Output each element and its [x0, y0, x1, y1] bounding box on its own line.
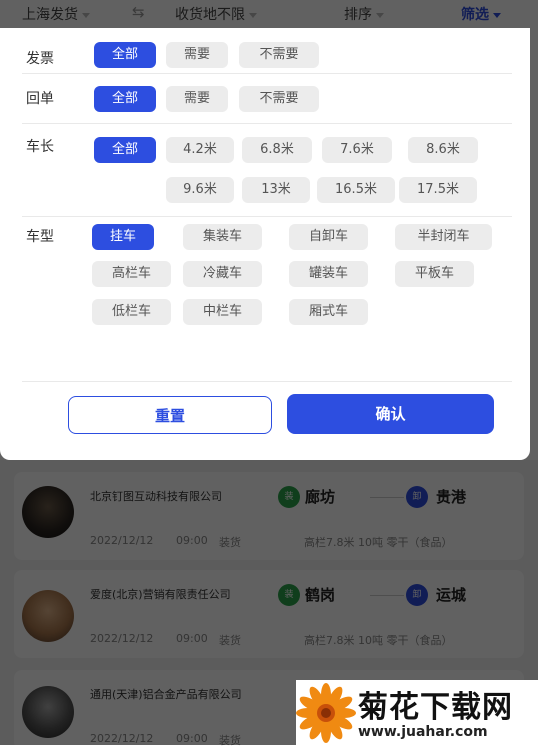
- origin-label: 上海发货: [22, 7, 78, 23]
- length-chip-9-6[interactable]: 9.6米: [166, 177, 234, 203]
- flower-logo-icon: [296, 683, 356, 743]
- divider: [22, 381, 512, 382]
- load-badge: 装: [278, 584, 300, 606]
- filter-label: 筛选: [461, 7, 489, 23]
- watermark: 菊花下载网 www.juahar.com: [296, 680, 538, 745]
- origin-dropdown[interactable]: 上海发货: [22, 4, 90, 24]
- filter-panel: 发票 全部 需要 不需要 回单 全部 需要 不需要 车长 全部 4.2米 6.8…: [0, 28, 530, 460]
- reset-button[interactable]: 重置: [68, 396, 272, 434]
- company-name: 北京钉图互动科技有限公司: [90, 490, 222, 503]
- length-chip-17-5[interactable]: 17.5米: [399, 177, 477, 203]
- type-chip-low-rail[interactable]: 低栏车: [92, 299, 171, 325]
- from-city: 廊坊: [305, 488, 336, 506]
- divider: [22, 73, 512, 74]
- invoice-chip-no-need[interactable]: 不需要: [239, 42, 319, 68]
- listing-action: 装货: [219, 634, 241, 647]
- length-chip-4-2[interactable]: 4.2米: [166, 137, 234, 163]
- avatar: [22, 590, 74, 642]
- type-chip-semi-enclosed[interactable]: 半封闭车: [395, 224, 492, 250]
- listing-date: 2022/12/12: [90, 534, 154, 547]
- receipt-chip-all[interactable]: 全部: [94, 86, 156, 112]
- sort-label: 排序: [344, 7, 372, 23]
- listing-date: 2022/12/12: [90, 732, 154, 745]
- type-label: 车型: [26, 229, 54, 245]
- destination-label: 收货地不限: [175, 7, 245, 23]
- divider: [22, 216, 512, 217]
- to-city: 运城: [436, 586, 467, 604]
- type-chip-flatbed[interactable]: 平板车: [395, 261, 474, 287]
- company-name: 通用(天津)铝合金产品有限公司: [90, 688, 242, 701]
- watermark-url: www.juahar.com: [358, 724, 488, 740]
- listing-detail: 高栏7.8米 10吨 零干（食品）: [304, 536, 453, 549]
- type-chip-refrigerated[interactable]: 冷藏车: [183, 261, 262, 287]
- unload-badge: 卸: [406, 486, 428, 508]
- swap-icon[interactable]: ⇆: [132, 3, 145, 21]
- length-chip-6-8[interactable]: 6.8米: [242, 137, 312, 163]
- listing-date: 2022/12/12: [90, 632, 154, 645]
- to-city: 贵港: [436, 488, 467, 506]
- receipt-label: 回单: [26, 91, 54, 107]
- sort-dropdown[interactable]: 排序: [344, 4, 384, 24]
- receipt-chip-no-need[interactable]: 不需要: [239, 86, 319, 112]
- listing-action: 装货: [219, 536, 241, 549]
- route-line: [370, 497, 404, 498]
- listing-time: 09:00: [176, 732, 208, 745]
- type-chip-high-rail[interactable]: 高栏车: [92, 261, 171, 287]
- chevron-down-icon: [249, 12, 257, 18]
- avatar: [22, 686, 74, 738]
- chevron-down-icon: [376, 12, 384, 18]
- listing-card[interactable]: 爱度(北京)营销有限责任公司 装 鹤岗 卸 运城 2022/12/12 09:0…: [14, 570, 524, 658]
- length-chip-all[interactable]: 全部: [94, 137, 156, 163]
- listing-action: 装货: [219, 734, 241, 747]
- confirm-button[interactable]: 确认: [287, 394, 494, 434]
- chevron-down-icon: [493, 12, 501, 18]
- listing-time: 09:00: [176, 632, 208, 645]
- top-filter-bar: 上海发货 ⇆ 收货地不限 排序 筛选: [0, 0, 538, 28]
- receipt-chip-need[interactable]: 需要: [166, 86, 228, 112]
- from-city: 鹤岗: [305, 586, 336, 604]
- filter-toggle[interactable]: 筛选: [461, 4, 501, 24]
- load-badge: 装: [278, 486, 300, 508]
- type-chip-container[interactable]: 集装车: [183, 224, 262, 250]
- destination-dropdown[interactable]: 收货地不限: [175, 4, 257, 24]
- divider: [22, 123, 512, 124]
- type-chip-mid-rail[interactable]: 中栏车: [183, 299, 262, 325]
- chevron-down-icon: [82, 12, 90, 18]
- type-chip-trailer[interactable]: 挂车: [92, 224, 154, 250]
- invoice-label: 发票: [26, 51, 54, 67]
- type-chip-box[interactable]: 厢式车: [289, 299, 368, 325]
- company-name: 爱度(北京)营销有限责任公司: [90, 588, 231, 601]
- invoice-chip-need[interactable]: 需要: [166, 42, 228, 68]
- length-chip-13[interactable]: 13米: [242, 177, 310, 203]
- length-chip-7-6[interactable]: 7.6米: [322, 137, 392, 163]
- type-chip-tanker[interactable]: 罐装车: [289, 261, 368, 287]
- type-chip-dump[interactable]: 自卸车: [289, 224, 368, 250]
- length-label: 车长: [26, 139, 54, 155]
- listing-time: 09:00: [176, 534, 208, 547]
- unload-badge: 卸: [406, 584, 428, 606]
- invoice-chip-all[interactable]: 全部: [94, 42, 156, 68]
- listing-card[interactable]: 北京钉图互动科技有限公司 装 廊坊 卸 贵港 2022/12/12 09:00 …: [14, 472, 524, 560]
- watermark-name: 菊花下载网: [358, 690, 513, 725]
- length-chip-8-6[interactable]: 8.6米: [408, 137, 478, 163]
- length-chip-16-5[interactable]: 16.5米: [317, 177, 395, 203]
- route-line: [370, 595, 404, 596]
- listing-detail: 高栏7.8米 10吨 零干（食品）: [304, 634, 453, 647]
- avatar: [22, 486, 74, 538]
